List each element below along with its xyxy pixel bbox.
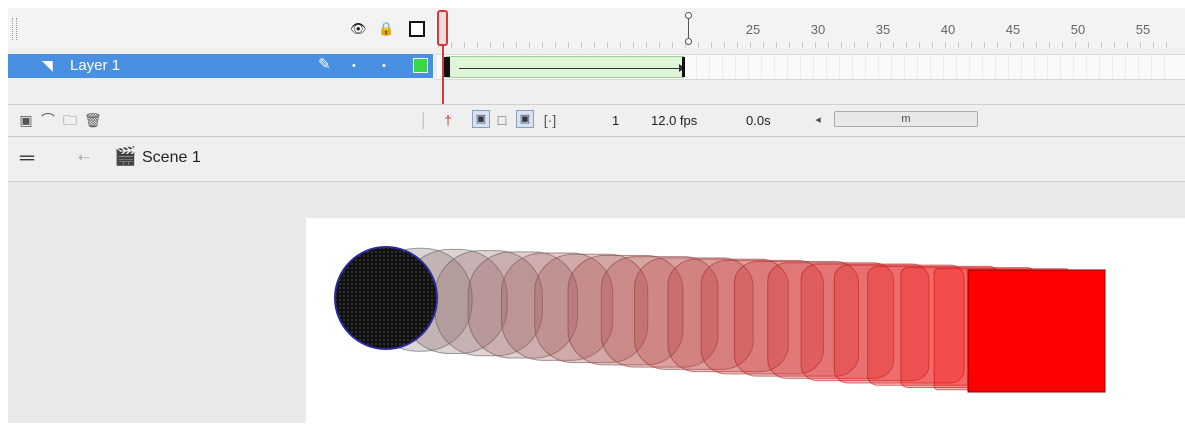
tween-ghost-frames bbox=[367, 247, 1070, 391]
layer-color-swatch[interactable] bbox=[413, 58, 428, 73]
motion-tween-span[interactable] bbox=[446, 56, 685, 78]
start-circle-shape[interactable] bbox=[334, 246, 438, 350]
frame-cell bbox=[748, 55, 749, 79]
stage[interactable] bbox=[306, 218, 1185, 423]
onion-outline-icon[interactable]: □ bbox=[494, 112, 510, 128]
layer-row[interactable]: ◥ Layer 1 ✎ • • bbox=[8, 48, 1185, 84]
scroll-left-icon[interactable]: ◂ bbox=[810, 112, 826, 128]
tween-arrow bbox=[459, 68, 683, 69]
frame-cell bbox=[1125, 55, 1126, 79]
layer-name-area[interactable]: ◥ Layer 1 ✎ • • bbox=[8, 54, 433, 78]
frame-cell bbox=[878, 55, 879, 79]
frame-cell bbox=[865, 55, 866, 79]
frame-cell bbox=[1112, 55, 1113, 79]
frame-cell bbox=[826, 55, 827, 79]
frame-cell bbox=[774, 55, 775, 79]
layer-frames[interactable] bbox=[436, 54, 1185, 80]
new-layer-icon[interactable]: ▣ bbox=[18, 112, 34, 128]
frame-cell bbox=[839, 55, 840, 79]
frame-cell bbox=[1073, 55, 1074, 79]
onion-skin-button[interactable]: ▣ bbox=[472, 110, 490, 128]
center-frame-icon[interactable]: † bbox=[440, 112, 456, 128]
lock-dot-icon[interactable]: • bbox=[382, 58, 386, 74]
onion-markers-icon[interactable]: [·] bbox=[542, 112, 558, 128]
frame-cell bbox=[1138, 55, 1139, 79]
frame-cell bbox=[787, 55, 788, 79]
edit-multiple-frames-button[interactable]: ▣ bbox=[516, 110, 534, 128]
scene-name[interactable]: Scene 1 bbox=[142, 149, 201, 167]
frame-rate[interactable]: 12.0 fps bbox=[651, 113, 697, 128]
outline-icon[interactable] bbox=[409, 21, 425, 37]
frame-cell bbox=[1060, 55, 1061, 79]
delete-layer-icon[interactable]: 🗑 bbox=[84, 112, 102, 128]
end-square-shape[interactable] bbox=[967, 269, 1106, 393]
frame-cell bbox=[995, 55, 996, 79]
timeline-scrollbar[interactable]: m bbox=[834, 111, 978, 127]
frame-cell bbox=[735, 55, 736, 79]
onion-skin-drawing bbox=[334, 246, 1106, 393]
frame-cell bbox=[1164, 55, 1165, 79]
frame-cell bbox=[904, 55, 905, 79]
timeline-toggle-icon[interactable]: ═ bbox=[14, 146, 40, 170]
visibility-dot-icon[interactable]: • bbox=[352, 58, 356, 74]
divider-icon: │ bbox=[419, 112, 429, 128]
keyframe-end[interactable] bbox=[682, 57, 685, 77]
eye-icon[interactable]: 👁 bbox=[350, 22, 367, 36]
timeline-header: 👁 🔒 25 30 35 40 45 50 55 bbox=[8, 8, 1185, 48]
new-folder-icon[interactable]: 🗀 bbox=[62, 112, 78, 128]
frame-cell bbox=[917, 55, 918, 79]
scene-icon: 🎬 bbox=[114, 146, 137, 166]
timeline-panel: 👁 🔒 25 30 35 40 45 50 55 ◥ Layer 1 ✎ • • bbox=[8, 8, 1185, 137]
frame-cell bbox=[1151, 55, 1152, 79]
frame-cell bbox=[891, 55, 892, 79]
back-arrow-icon[interactable]: ⇠ bbox=[78, 149, 90, 166]
edit-bar: ═ ⇠ 🎬 Scene 1 bbox=[8, 137, 1185, 182]
elapsed-time: 0.0s bbox=[746, 113, 771, 128]
frame-cell bbox=[969, 55, 970, 79]
frame-cell bbox=[1086, 55, 1087, 79]
ruler-ticks bbox=[438, 8, 1185, 48]
motion-guide-icon[interactable]: ⌒ bbox=[40, 112, 56, 128]
frame-cell bbox=[1099, 55, 1100, 79]
frame-cell bbox=[761, 55, 762, 79]
pencil-icon: ✎ bbox=[318, 56, 331, 73]
frame-cell bbox=[436, 55, 437, 79]
frame-cell bbox=[852, 55, 853, 79]
playhead[interactable] bbox=[437, 10, 448, 46]
layer-name[interactable]: Layer 1 bbox=[70, 57, 120, 75]
frame-cell bbox=[930, 55, 931, 79]
lock-icon[interactable]: 🔒 bbox=[378, 22, 394, 36]
frame-cell bbox=[696, 55, 697, 79]
frame-cell bbox=[1034, 55, 1035, 79]
frame-cell bbox=[1021, 55, 1022, 79]
frame-cell bbox=[813, 55, 814, 79]
frame-cell bbox=[1008, 55, 1009, 79]
frame-cell bbox=[709, 55, 710, 79]
current-frame: 1 bbox=[612, 113, 620, 128]
layer-icon: ◥ bbox=[42, 57, 53, 73]
frame-cell bbox=[943, 55, 944, 79]
frame-cell bbox=[1047, 55, 1048, 79]
tween-end-marker-icon bbox=[683, 12, 695, 46]
frame-cell bbox=[956, 55, 957, 79]
timeline-footer: ▣ ⌒ 🗀 🗑 │ † ▣ □ ▣ [·] 1 12.0 fps 0.0s ◂ … bbox=[8, 104, 1185, 135]
keyframe-start[interactable] bbox=[444, 57, 450, 77]
frame-cell bbox=[800, 55, 801, 79]
frame-cell bbox=[982, 55, 983, 79]
frame-cell bbox=[722, 55, 723, 79]
frame-ruler[interactable]: 25 30 35 40 45 50 55 bbox=[438, 8, 1185, 48]
panel-grip[interactable] bbox=[12, 18, 17, 40]
